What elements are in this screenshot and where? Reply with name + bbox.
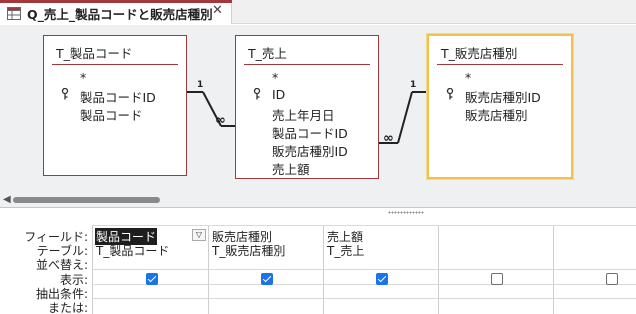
field-product-code[interactable]: 製品コード (80, 105, 143, 124)
table-product-code[interactable]: T_製品コード * 製品コードID 製品コード (43, 35, 187, 176)
primary-key-icon (61, 87, 69, 103)
one-side-label: 1 (410, 80, 417, 90)
field-asterisk[interactable]: * (465, 70, 471, 85)
show-checkbox-5[interactable] (606, 273, 618, 285)
show-checkbox-1[interactable] (146, 273, 158, 285)
show-checkbox-2[interactable] (261, 273, 273, 285)
field-product-code-id[interactable]: 製品コードID (80, 87, 156, 106)
scroll-left-icon[interactable]: ◀ (3, 194, 11, 205)
document-tab-strip: Q_売上_製品コードと販売店種別 ✕ (0, 0, 636, 24)
table-divider (437, 64, 563, 65)
tab-title: Q_売上_製品コードと販売店種別 (27, 7, 213, 22)
field-asterisk[interactable]: * (80, 70, 86, 85)
grid-table-cell-2[interactable]: T_販売店種別 (212, 242, 285, 259)
query-design-grid: フィールド: テーブル: 並べ替え: 表示: 抽出条件: または: 製品コード … (0, 217, 636, 314)
grid-table-cell-3[interactable]: T_売上 (327, 242, 364, 259)
grid-row-divider (92, 298, 636, 299)
show-checkbox-3[interactable] (376, 273, 388, 285)
field-asterisk[interactable]: * (272, 70, 278, 85)
field-product-code-id[interactable]: 製品コードID (272, 123, 348, 142)
primary-key-icon (446, 87, 454, 103)
grid-row-divider (92, 269, 636, 270)
field-shop-type[interactable]: 販売店種別 (465, 105, 528, 124)
query-tab[interactable]: Q_売上_製品コードと販売店種別 ✕ (0, 0, 232, 24)
splitter-grip-icon[interactable] (388, 211, 424, 214)
scroll-thumb[interactable] (13, 197, 160, 203)
table-sales[interactable]: T_売上 * ID 売上年月日 製品コードID 販売店種別ID 売上額 (235, 35, 379, 179)
table-title: T_製品コード (56, 46, 133, 61)
field-id[interactable]: ID (272, 87, 285, 102)
grid-row-divider (92, 225, 636, 226)
row-label-or: または: (47, 301, 88, 314)
query-icon (7, 7, 21, 23)
primary-key-icon (253, 87, 261, 103)
query-diagram-pane[interactable]: 1 ∞ 1 ∞ T_製品コード * 製品コードID 製品コード T_売上 * I… (0, 25, 636, 193)
close-icon[interactable]: ✕ (212, 3, 223, 18)
field-shop-type-id[interactable]: 販売店種別ID (465, 87, 541, 106)
many-side-label: ∞ (383, 131, 394, 146)
field-sales-amount[interactable]: 売上額 (272, 159, 310, 178)
many-side-label: ∞ (215, 113, 226, 128)
diagram-horizontal-scrollbar[interactable]: ◀ (0, 193, 636, 207)
table-divider (52, 64, 178, 65)
one-side-label: 1 (197, 80, 204, 90)
table-title: T_売上 (248, 46, 287, 61)
show-checkbox-4[interactable] (491, 273, 503, 285)
relationship-line-product (187, 91, 235, 127)
grid-table-cell-1[interactable]: T_製品コード (96, 242, 169, 259)
table-divider (244, 64, 370, 65)
grid-row-divider (92, 284, 636, 285)
table-title: T_販売店種別 (441, 46, 518, 61)
table-shop-type[interactable]: T_販売店種別 * 販売店種別ID 販売店種別 (427, 34, 573, 179)
tab-accent-bar (0, 0, 232, 3)
field-shop-type-id[interactable]: 販売店種別ID (272, 141, 348, 160)
field-sales-date[interactable]: 売上年月日 (272, 105, 335, 124)
chevron-down-icon[interactable]: ▽ (192, 229, 206, 241)
pane-splitter[interactable] (0, 207, 636, 217)
